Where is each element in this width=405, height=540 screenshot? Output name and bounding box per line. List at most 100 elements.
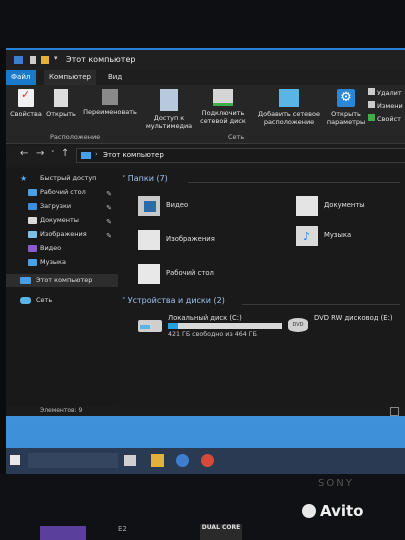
dvd-drive-icon: DVD bbox=[288, 318, 308, 332]
desktop-folder-icon bbox=[138, 264, 160, 284]
sidebar-item-documents[interactable]: Документы ✎ bbox=[6, 214, 118, 227]
media-access-label: Доступ к мультимедиа bbox=[145, 114, 193, 130]
folder-label: Документы bbox=[324, 201, 365, 209]
quick-access-properties-icon[interactable] bbox=[30, 56, 36, 64]
network-drive-icon bbox=[213, 89, 233, 106]
drive-label: Локальный диск (C:) bbox=[168, 314, 242, 322]
properties-label: Свойства bbox=[10, 110, 42, 118]
group-label-location: Расположение bbox=[50, 133, 101, 141]
computer-icon bbox=[20, 277, 31, 284]
open-settings-button[interactable]: ⚙ Открыть параметры bbox=[326, 89, 366, 126]
back-arrow-icon[interactable]: ← bbox=[20, 148, 28, 159]
new-folder-icon[interactable] bbox=[41, 56, 49, 64]
section-divider bbox=[242, 304, 400, 305]
sidebar-item-quick-access[interactable]: ★ Быстрый доступ bbox=[6, 172, 118, 185]
sidebar-item-this-pc[interactable]: Этот компьютер bbox=[6, 274, 118, 287]
sidebar-item-pictures[interactable]: Изображения ✎ bbox=[6, 228, 118, 241]
tab-computer[interactable]: Компьютер bbox=[44, 70, 96, 85]
desktop-folder-icon bbox=[28, 189, 37, 196]
sidebar-item-videos[interactable]: Видео bbox=[6, 242, 118, 255]
ribbon-tabs: Файл Компьютер Вид bbox=[6, 70, 405, 85]
breadcrumb-chevron-icon: › bbox=[95, 150, 98, 158]
drive-e[interactable]: DVD DVD RW дисковод (E:) bbox=[288, 314, 403, 342]
section-folders-header[interactable]: ˅ Папки (7) bbox=[122, 174, 168, 183]
task-view-icon[interactable] bbox=[124, 455, 136, 466]
window-icon bbox=[14, 56, 23, 64]
map-network-drive-button[interactable]: Подключить сетевой диск bbox=[196, 89, 250, 125]
browser-icon[interactable] bbox=[176, 454, 189, 467]
sidebar-item-music[interactable]: Музыка bbox=[6, 256, 118, 269]
start-icon[interactable] bbox=[10, 455, 20, 465]
drive-usage-fill bbox=[168, 323, 179, 329]
windows-sticker bbox=[40, 526, 86, 540]
folder-pictures[interactable]: Изображения bbox=[138, 230, 248, 252]
section-drives-title: Устройства и диски (2) bbox=[127, 296, 225, 305]
network-location-icon bbox=[279, 89, 299, 107]
tab-view[interactable]: Вид bbox=[103, 70, 127, 85]
videos-icon bbox=[28, 245, 37, 252]
forward-arrow-icon[interactable]: → bbox=[36, 148, 44, 159]
navigation-pane: ★ Быстрый доступ Рабочий стол ✎ Загрузки… bbox=[6, 168, 118, 406]
address-bar[interactable]: › Этот компьютер bbox=[76, 148, 405, 163]
monitor-bezel-top bbox=[0, 0, 405, 48]
recent-dropdown-icon[interactable]: ˅ bbox=[51, 150, 55, 158]
section-folders-title: Папки (7) bbox=[127, 174, 168, 183]
status-items-count: Элементов: 9 bbox=[40, 407, 83, 414]
taskbar bbox=[6, 448, 405, 474]
sidebar-item-label: Видео bbox=[40, 244, 62, 252]
drive-c[interactable]: Локальный диск (C:) 421 ГБ свободно из 4… bbox=[138, 314, 288, 342]
tab-file[interactable]: Файл bbox=[6, 70, 36, 85]
pictures-folder-icon bbox=[138, 230, 160, 250]
folder-desktop[interactable]: Рабочий стол bbox=[138, 264, 248, 286]
media-access-icon bbox=[160, 89, 178, 111]
sidebar-item-label: Сеть bbox=[36, 296, 53, 304]
monitor-bezel-bottom: SONY Avito E2 DUAL CORE bbox=[0, 474, 405, 540]
window-title: Этот компьютер bbox=[66, 55, 136, 64]
open-icon bbox=[54, 89, 68, 107]
media-access-button[interactable]: Доступ к мультимедиа bbox=[144, 89, 194, 130]
up-arrow-icon[interactable]: ↑ bbox=[61, 148, 69, 159]
folder-documents[interactable]: Документы bbox=[296, 196, 401, 218]
sidebar-item-downloads[interactable]: Загрузки ✎ bbox=[6, 200, 118, 213]
rename-button[interactable]: Переименовать bbox=[79, 89, 141, 116]
brand-logo: SONY bbox=[318, 478, 354, 489]
details-view-icon[interactable] bbox=[390, 407, 399, 416]
folder-videos[interactable]: Видео bbox=[138, 196, 248, 218]
change-label: Измени bbox=[377, 102, 403, 110]
pictures-icon bbox=[28, 231, 37, 238]
sidebar-item-label: Музыка bbox=[40, 258, 66, 266]
uninstall-button[interactable]: Удалит bbox=[368, 88, 405, 101]
documents-icon bbox=[28, 217, 37, 224]
system-properties-button[interactable]: Свойст bbox=[368, 114, 405, 127]
taskbar-search[interactable] bbox=[28, 453, 118, 468]
section-drives-header[interactable]: ˅ Устройства и диски (2) bbox=[122, 296, 225, 305]
breadcrumb: Этот компьютер bbox=[103, 151, 164, 159]
status-bar: Элементов: 9 bbox=[6, 406, 405, 416]
open-button[interactable]: Открыть bbox=[44, 89, 78, 118]
content-pane: ˅ Папки (7) Видео Документы Изображения … bbox=[118, 168, 405, 406]
documents-folder-icon bbox=[296, 196, 318, 216]
sticker-e2: E2 bbox=[118, 525, 127, 533]
change-button[interactable]: Измени bbox=[368, 101, 405, 114]
navigation-bar: ← → ˅ ↑ › Этот компьютер bbox=[6, 146, 405, 164]
gear-icon: ⚙ bbox=[337, 89, 355, 107]
folder-music[interactable]: ♪ Музыка bbox=[296, 226, 401, 248]
add-network-location-label: Добавить сетевое расположение bbox=[258, 110, 320, 126]
properties-button[interactable]: ✓ Свойства bbox=[8, 89, 44, 118]
section-divider bbox=[188, 182, 400, 183]
dual-core-sticker: DUAL CORE bbox=[200, 524, 242, 540]
music-icon bbox=[28, 259, 37, 266]
folder-label: Изображения bbox=[166, 235, 215, 243]
file-explorer-icon[interactable] bbox=[151, 454, 164, 467]
map-network-drive-label: Подключить сетевой диск bbox=[200, 109, 246, 125]
watermark: Avito bbox=[320, 502, 364, 520]
qat-dropdown-icon[interactable]: ▾ bbox=[54, 54, 58, 62]
properties-icon: ✓ bbox=[18, 89, 34, 107]
sidebar-item-desktop[interactable]: Рабочий стол ✎ bbox=[6, 186, 118, 199]
sidebar-item-network[interactable]: Сеть bbox=[6, 294, 118, 307]
add-network-location-button[interactable]: Добавить сетевое расположение bbox=[252, 89, 326, 126]
uninstall-label: Удалит bbox=[377, 89, 402, 97]
star-icon: ★ bbox=[20, 174, 28, 183]
app-icon[interactable] bbox=[201, 454, 214, 467]
music-folder-icon: ♪ bbox=[296, 226, 318, 246]
